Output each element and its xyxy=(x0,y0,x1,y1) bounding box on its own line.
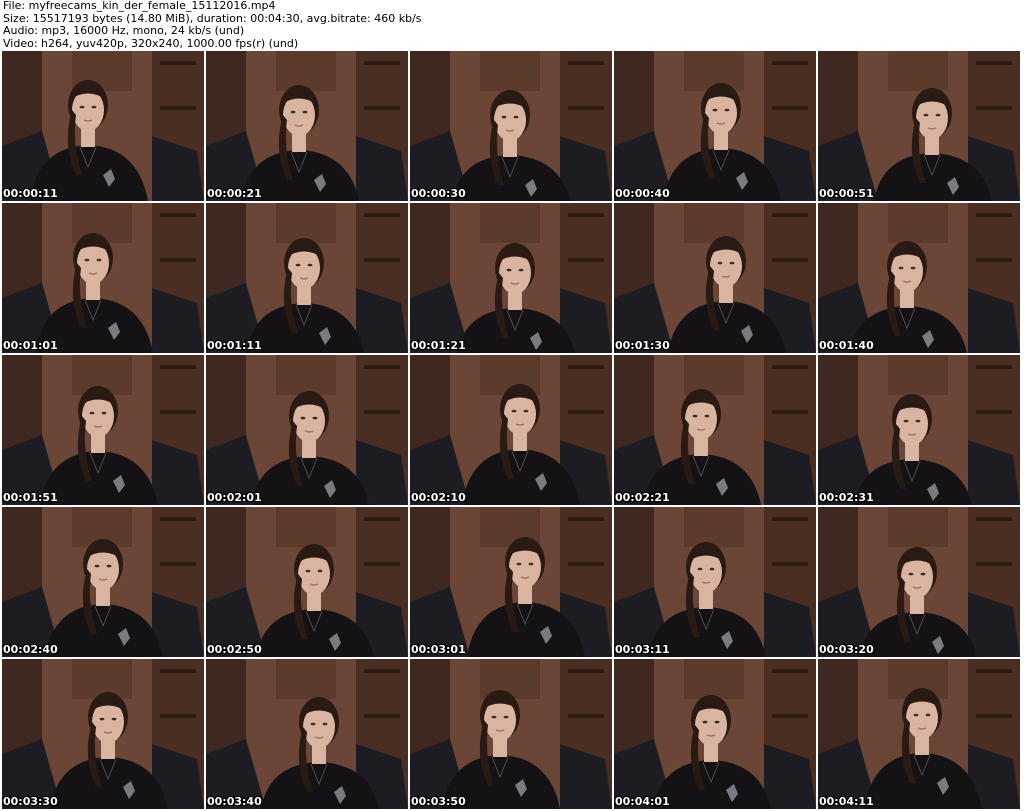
video-thumbnail: 00:00:30 xyxy=(410,51,612,201)
thumbnail-grid: 00:00:11 00:00:21 00:00:30 00:00:40 00:00:51… xyxy=(2,51,1020,809)
frame-picture xyxy=(206,51,408,201)
frame-picture xyxy=(2,355,204,505)
video-thumbnail: 00:02:40 xyxy=(2,507,204,657)
video-thumbnail: 00:00:40 xyxy=(614,51,816,201)
video-thumbnail: 00:00:51 xyxy=(818,51,1020,201)
thumbnail-timestamp: 00:02:40 xyxy=(3,643,58,656)
video-thumbnail: 00:02:50 xyxy=(206,507,408,657)
thumbnail-timestamp: 00:03:50 xyxy=(411,795,466,808)
thumbnail-timestamp: 00:03:30 xyxy=(3,795,58,808)
frame-picture xyxy=(818,659,1020,809)
thumbnail-timestamp: 00:02:21 xyxy=(615,491,670,504)
frame-picture xyxy=(818,203,1020,353)
frame-picture xyxy=(410,203,612,353)
thumbnail-timestamp: 00:00:11 xyxy=(3,187,58,200)
thumbnail-timestamp: 00:03:40 xyxy=(207,795,262,808)
frame-picture xyxy=(206,659,408,809)
video-thumbnail: 00:03:01 xyxy=(410,507,612,657)
audio-info-line: Audio: mp3, 16000 Hz, mono, 24 kb/s (und… xyxy=(3,24,245,37)
thumbnail-timestamp: 00:01:21 xyxy=(411,339,466,352)
frame-picture xyxy=(410,51,612,201)
frame-picture xyxy=(614,507,816,657)
frame-picture xyxy=(614,659,816,809)
frame-picture xyxy=(410,507,612,657)
frame-picture xyxy=(2,659,204,809)
frame-picture xyxy=(2,51,204,201)
thumbnail-timestamp: 00:03:20 xyxy=(819,643,874,656)
frame-picture xyxy=(818,355,1020,505)
thumbnail-timestamp: 00:00:30 xyxy=(411,187,466,200)
thumbnail-timestamp: 00:01:51 xyxy=(3,491,58,504)
thumbnail-timestamp: 00:04:01 xyxy=(615,795,670,808)
video-thumbnail: 00:02:10 xyxy=(410,355,612,505)
frame-picture xyxy=(614,51,816,201)
thumbnail-timestamp: 00:01:40 xyxy=(819,339,874,352)
video-thumbnail: 00:03:40 xyxy=(206,659,408,809)
video-thumbnail: 00:02:01 xyxy=(206,355,408,505)
thumbnail-timestamp: 00:02:01 xyxy=(207,491,262,504)
frame-picture xyxy=(410,659,612,809)
frame-picture xyxy=(614,355,816,505)
video-thumbnail: 00:01:40 xyxy=(818,203,1020,353)
thumbnail-timestamp: 00:01:30 xyxy=(615,339,670,352)
frame-picture xyxy=(614,203,816,353)
thumbnail-timestamp: 00:00:21 xyxy=(207,187,262,200)
frame-picture xyxy=(410,355,612,505)
video-thumbnail: 00:04:01 xyxy=(614,659,816,809)
thumbnail-timestamp: 00:00:40 xyxy=(615,187,670,200)
thumbnail-timestamp: 00:00:51 xyxy=(819,187,874,200)
video-thumbnail: 00:03:50 xyxy=(410,659,612,809)
video-thumbnail: 00:01:30 xyxy=(614,203,816,353)
file-info-header: File: myfreecams_kin_der_female_15112016… xyxy=(3,0,1021,50)
thumbnail-timestamp: 00:01:01 xyxy=(3,339,58,352)
frame-picture xyxy=(2,203,204,353)
frame-picture xyxy=(818,51,1020,201)
video-thumbnail: 00:01:21 xyxy=(410,203,612,353)
thumbnail-timestamp: 00:03:01 xyxy=(411,643,466,656)
video-thumbnail: 00:01:11 xyxy=(206,203,408,353)
thumbnail-timestamp: 00:02:50 xyxy=(207,643,262,656)
video-thumbnail: 00:00:21 xyxy=(206,51,408,201)
video-thumbnail: 00:03:20 xyxy=(818,507,1020,657)
video-thumbnail: 00:03:11 xyxy=(614,507,816,657)
thumbnail-timestamp: 00:02:31 xyxy=(819,491,874,504)
frame-picture xyxy=(818,507,1020,657)
video-thumbnail: 00:03:30 xyxy=(2,659,204,809)
frame-picture xyxy=(206,355,408,505)
frame-picture xyxy=(206,507,408,657)
frame-picture xyxy=(2,507,204,657)
video-info-line: Video: h264, yuv420p, 320x240, 1000.00 f… xyxy=(3,36,299,50)
video-thumbnail: 00:01:51 xyxy=(2,355,204,505)
video-thumbnail: 00:02:31 xyxy=(818,355,1020,505)
video-thumbnail: 00:02:21 xyxy=(614,355,816,505)
thumbnail-timestamp: 00:02:10 xyxy=(411,491,466,504)
video-thumbnail: 00:01:01 xyxy=(2,203,204,353)
video-thumbnail: 00:04:11 xyxy=(818,659,1020,809)
file-name-line: File: myfreecams_kin_der_female_15112016… xyxy=(3,0,276,12)
frame-picture xyxy=(206,203,408,353)
thumbnail-timestamp: 00:03:11 xyxy=(615,643,670,656)
video-thumbnail: 00:00:11 xyxy=(2,51,204,201)
thumbnail-timestamp: 00:01:11 xyxy=(207,339,262,352)
thumbnail-timestamp: 00:04:11 xyxy=(819,795,874,808)
